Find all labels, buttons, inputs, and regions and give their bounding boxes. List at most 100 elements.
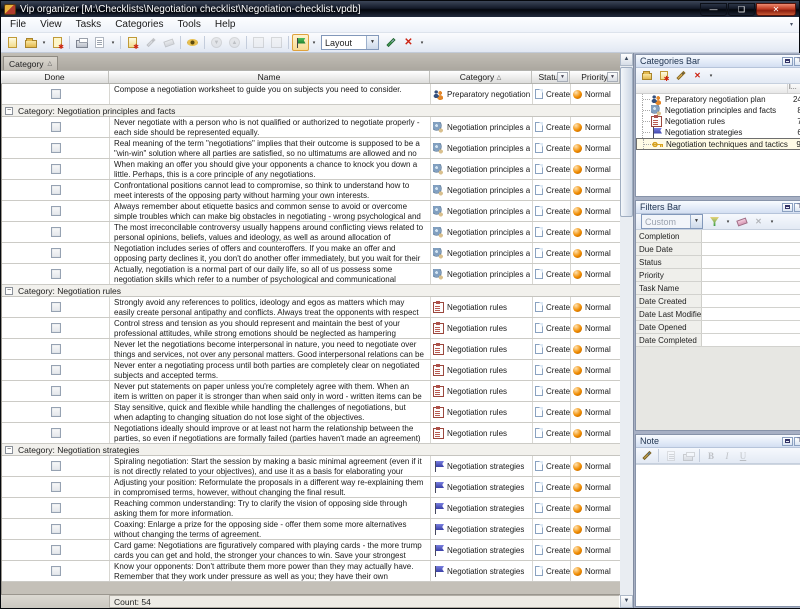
done-checkbox[interactable] — [51, 323, 61, 333]
table-row[interactable]: Never enter a negotiating process until … — [2, 360, 620, 381]
edit-layout-icon[interactable] — [382, 34, 399, 51]
table-vertical-scrollbar[interactable]: ▲ ▼ — [620, 53, 633, 608]
done-checkbox[interactable] — [51, 269, 61, 279]
table-row[interactable]: Negotiation includes series of offers an… — [2, 243, 620, 264]
apply-filter-icon[interactable] — [707, 213, 722, 230]
edit-task-icon[interactable] — [142, 34, 159, 51]
print-dropdown-icon[interactable]: ▾ — [109, 40, 117, 46]
category-tree-item[interactable]: Negotiation techniques and tactics99 — [636, 138, 800, 150]
delete-task-icon[interactable] — [160, 34, 177, 51]
table-row[interactable]: Spiraling negotiation: Start the session… — [2, 456, 620, 477]
done-checkbox[interactable] — [51, 365, 61, 375]
italic-icon[interactable]: I — [720, 447, 734, 464]
category-tree-item[interactable]: Negotiation strategies66 — [636, 127, 800, 138]
menubar-overflow-icon[interactable]: ▾ — [790, 21, 797, 28]
column-header-priority[interactable]: Priority ▼ — [570, 71, 619, 83]
done-checkbox[interactable] — [51, 482, 61, 492]
move-down-icon[interactable]: ▼ — [208, 34, 225, 51]
remove-filter-icon[interactable]: ✕ — [751, 213, 766, 230]
done-checkbox[interactable] — [51, 428, 61, 438]
done-checkbox[interactable] — [51, 248, 61, 258]
menu-categories[interactable]: Categories — [108, 18, 170, 31]
layout-combobox-arrow-icon[interactable]: ▼ — [366, 36, 378, 49]
column-header-done[interactable]: Done — [1, 71, 109, 83]
filter-value-field[interactable] — [702, 269, 800, 281]
filter-dropdown-icon[interactable]: ▾ — [724, 219, 732, 225]
table-row[interactable]: Never negotiate with a person who is not… — [2, 117, 620, 138]
done-checkbox[interactable] — [51, 164, 61, 174]
done-checkbox[interactable] — [51, 524, 61, 534]
add-category-icon[interactable] — [639, 67, 654, 84]
scrollbar-track[interactable] — [620, 218, 633, 595]
column-header-status[interactable]: Status ▼ — [532, 71, 570, 83]
panel-pin-icon[interactable]: ⊤ — [794, 57, 800, 66]
scrollbar-thumb[interactable] — [620, 67, 633, 217]
panel-restore-icon[interactable] — [782, 203, 793, 212]
expand-all-icon[interactable] — [250, 34, 267, 51]
done-checkbox[interactable] — [51, 185, 61, 195]
filter-value-field[interactable] — [702, 282, 800, 294]
filter-value-field[interactable] — [702, 230, 800, 242]
done-checkbox[interactable] — [51, 386, 61, 396]
menu-view[interactable]: View — [33, 18, 69, 31]
table-row[interactable]: Always remember about etiquette basics a… — [2, 201, 620, 222]
done-checkbox[interactable] — [51, 122, 61, 132]
table-row[interactable]: The most irreconcilable controversy usua… — [2, 222, 620, 243]
move-up-icon[interactable]: ▲ — [226, 34, 243, 51]
tree-column-1[interactable]: I... — [787, 84, 800, 93]
done-checkbox[interactable] — [51, 545, 61, 555]
menu-tools[interactable]: Tools — [171, 18, 208, 31]
table-row[interactable]: Never let the negotiations become interp… — [2, 339, 620, 360]
table-row[interactable]: Real meaning of the term "negotiations" … — [2, 138, 620, 159]
save-note-icon[interactable] — [663, 447, 678, 464]
table-row[interactable]: Strongly avoid any references to politic… — [2, 297, 620, 318]
done-checkbox[interactable] — [51, 143, 61, 153]
print-note-icon[interactable] — [680, 447, 695, 464]
filter-value-field[interactable] — [702, 243, 800, 255]
categories-toolbar-overflow-icon[interactable]: ▾ — [707, 73, 715, 79]
table-row[interactable]: Confrontational positions cannot lead to… — [2, 180, 620, 201]
category-tree-item[interactable]: Negotiation principles and facts88 — [636, 105, 800, 116]
panel-pin-icon[interactable]: ⊤ — [794, 437, 800, 446]
menu-file[interactable]: File — [3, 18, 33, 31]
table-row[interactable]: Control stress and tension as you should… — [2, 318, 620, 339]
status-filter-dropdown-icon[interactable]: ▼ — [557, 72, 568, 82]
group-row[interactable]: −Category: Negotiation principles and fa… — [2, 105, 620, 117]
table-row[interactable]: Coaxing: Enlarge a prize for the opposin… — [2, 519, 620, 540]
group-row[interactable]: −Category: Negotiation rules — [2, 285, 620, 297]
layout-combobox[interactable]: Layout ▼ — [321, 35, 379, 50]
done-checkbox[interactable] — [51, 461, 61, 471]
scroll-up-icon[interactable]: ▲ — [620, 53, 633, 66]
edit-note-icon[interactable] — [639, 447, 654, 464]
layout-flag-icon[interactable] — [292, 34, 309, 51]
category-tree-item[interactable]: Preparatory negotiation plan2424 — [636, 94, 800, 105]
filters-toolbar-overflow-icon[interactable]: ▾ — [768, 219, 776, 225]
clear-filter-icon[interactable] — [734, 213, 749, 230]
filter-value-field[interactable] — [702, 295, 800, 307]
filter-value-field[interactable] — [702, 321, 800, 333]
table-row[interactable]: Compose a negotiation worksheet to guide… — [2, 84, 620, 105]
table-row[interactable]: Actually, negotiation is a normal part o… — [2, 264, 620, 285]
table-row[interactable]: Card game: Negotiations are figuratively… — [2, 540, 620, 561]
layout-dropdown-icon[interactable]: ▾ — [310, 40, 318, 46]
done-checkbox[interactable] — [51, 206, 61, 216]
table-row[interactable]: Know your opponents: Don't attribute the… — [2, 561, 620, 582]
bold-icon[interactable]: B — [704, 447, 718, 464]
column-header-name[interactable]: Name — [109, 71, 430, 83]
group-by-tab-category[interactable]: Category △ — [3, 56, 58, 70]
collapse-group-icon[interactable]: − — [5, 107, 13, 115]
table-row[interactable]: When making an offer you should give you… — [2, 159, 620, 180]
print-preview-icon[interactable] — [91, 34, 108, 51]
menu-help[interactable]: Help — [208, 18, 243, 31]
collapse-all-icon[interactable] — [268, 34, 285, 51]
open-icon[interactable] — [22, 34, 39, 51]
add-subcategory-icon[interactable] — [656, 67, 671, 84]
collapse-group-icon[interactable]: − — [5, 287, 13, 295]
done-checkbox[interactable] — [51, 89, 61, 99]
note-editor[interactable] — [636, 464, 800, 606]
view-task-icon[interactable] — [184, 34, 201, 51]
new-icon[interactable] — [4, 34, 21, 51]
panel-restore-icon[interactable] — [782, 437, 793, 446]
open-dropdown-icon[interactable]: ▾ — [40, 40, 48, 46]
close-button[interactable]: ✕ — [756, 3, 796, 16]
